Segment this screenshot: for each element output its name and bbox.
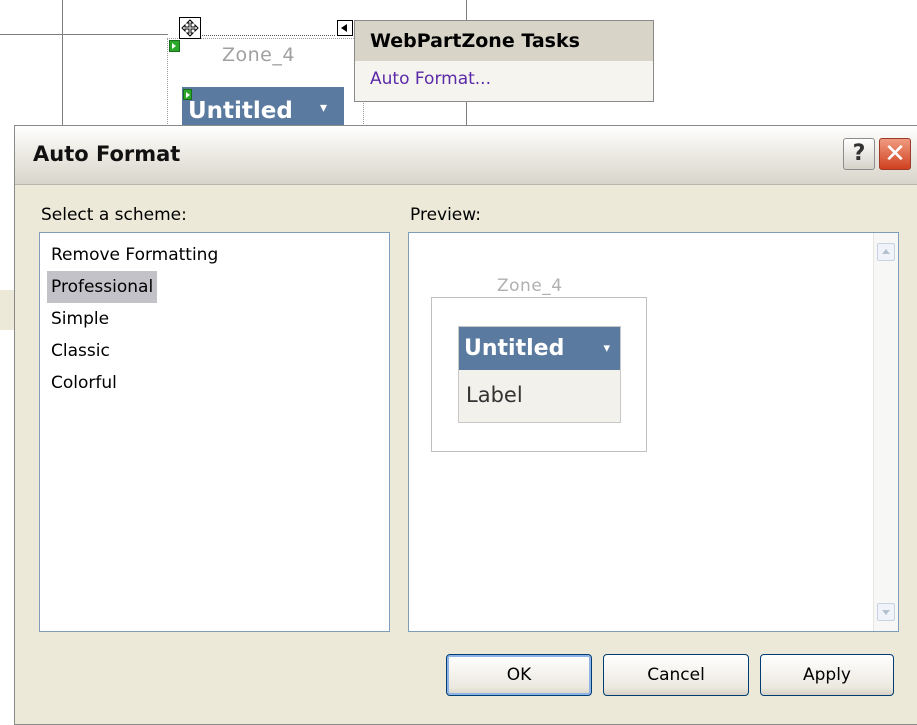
help-button[interactable]: ? [843,138,875,170]
scheme-item-simple[interactable]: Simple [47,303,113,335]
move-arrows-icon[interactable] [179,17,201,39]
scheme-item-colorful[interactable]: Colorful [47,367,121,399]
preview-pane: Zone_4 Untitled ▾ Label [408,232,899,632]
scroll-up-icon[interactable] [877,243,895,261]
auto-format-dialog: Auto Format ? ✕ Select a scheme: Preview… [14,125,917,725]
scroll-down-icon[interactable] [877,603,895,621]
scheme-list[interactable]: Remove Formatting Professional Simple Cl… [39,232,390,632]
verbs-dropdown-icon[interactable]: ▾ [320,100,327,116]
preview-part-titlebar: Untitled ▾ [459,327,620,370]
smart-tag-header: WebPartZone Tasks [355,21,653,61]
scheme-item-remove-formatting[interactable]: Remove Formatting [47,239,222,271]
dialog-title: Auto Format [33,142,181,166]
preview-web-part: Untitled ▾ Label [458,326,621,423]
smart-tag-panel: WebPartZone Tasks Auto Format... [354,20,654,102]
scheme-item-professional[interactable]: Professional [47,271,158,303]
scheme-item-classic[interactable]: Classic [47,335,114,367]
preview-zone-title: Zone_4 [497,276,563,296]
zone-expand-icon[interactable] [169,40,180,52]
auto-format-link[interactable]: Auto Format... [355,61,653,97]
apply-button[interactable]: Apply [760,654,894,696]
grid-line [0,34,168,35]
preview-part-title: Untitled [464,336,565,361]
smart-tag-collapse-icon[interactable] [337,20,353,36]
preview-label: Preview: [410,205,481,225]
dialog-titlebar[interactable]: Auto Format ? ✕ [15,126,917,185]
grid-line [62,0,63,125]
preview-scrollbar[interactable] [873,233,898,631]
cancel-button[interactable]: Cancel [603,654,749,696]
ok-button[interactable]: OK [446,654,592,696]
selection-border [200,35,335,36]
grid-line [466,0,467,20]
preview-verbs-icon: ▾ [603,341,610,356]
preview-zone: Untitled ▾ Label [431,297,647,452]
close-button[interactable]: ✕ [879,138,911,170]
zone-title: Zone_4 [222,44,295,66]
scheme-list-label: Select a scheme: [41,205,187,225]
web-part-title: Untitled [188,98,293,124]
preview-part-content: Label [466,383,523,407]
grid-line [466,102,467,125]
